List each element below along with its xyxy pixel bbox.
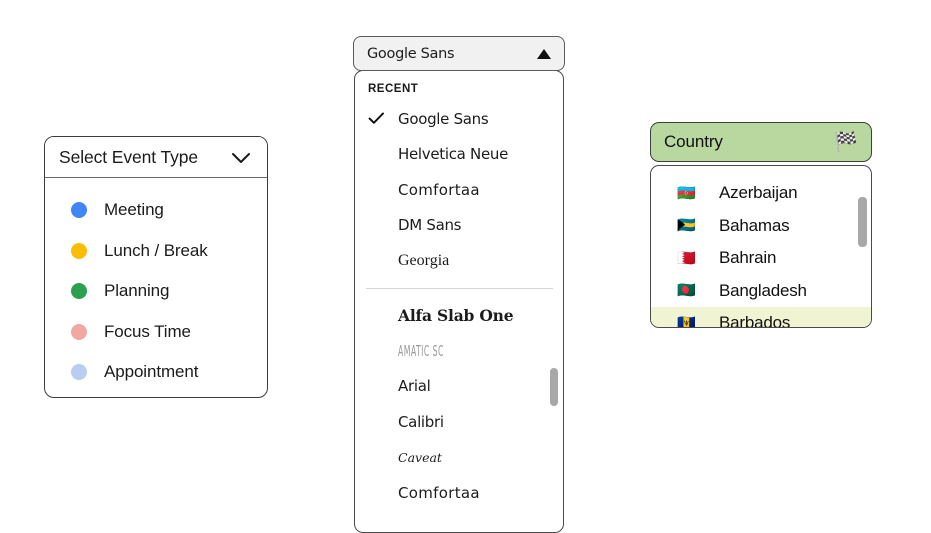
font-option-label: Calibri [398, 412, 444, 431]
country-picker: 🇦🇿 Azerbaijan 🇧🇸 Bahamas 🇧🇭 Bahrain 🇧🇩 Banglade… [650, 122, 872, 328]
country-option-label: Bahamas [719, 215, 790, 235]
country-picker-menu: 🇦🇿 Azerbaijan 🇧🇸 Bahamas 🇧🇭 Bahrain 🇧🇩 Banglade… [650, 165, 872, 328]
font-option-label: Helvetica Neue [398, 145, 509, 164]
country-flag-icon: 🇧🇭 [677, 249, 696, 267]
event-type-dropdown: Select Event Type Meeting Lunch / Break Pl… [44, 136, 268, 398]
font-option-label: DM Sans [398, 216, 462, 235]
font-option-label: Arial [398, 377, 431, 396]
font-picker-trigger[interactable]: Google Sans [353, 36, 565, 71]
event-type-option[interactable]: Meeting [45, 190, 267, 231]
event-type-option[interactable]: Planning [45, 271, 267, 312]
country-flag-icon: 🇦🇿 [677, 184, 696, 202]
font-option[interactable]: Alfa Slab One [355, 298, 563, 334]
country-option-label: Bangladesh [719, 280, 807, 300]
font-option[interactable]: DM Sans [355, 208, 563, 244]
country-flag-icon: 🇧🇸 [677, 217, 696, 235]
font-picker-menu: RECENT Google Sans Helvetica Neue Comforta… [354, 70, 564, 533]
font-option-label: Google Sans [398, 109, 489, 128]
font-list-divider [366, 287, 553, 289]
event-type-option-label: Planning [104, 281, 170, 301]
font-option[interactable]: Arial [355, 369, 563, 405]
font-option-label: Alfa Slab One [398, 305, 514, 325]
font-option[interactable]: Georgia [355, 243, 563, 279]
country-option-selected[interactable]: 🇧🇧 Barbados [651, 307, 871, 328]
event-color-dot-icon [71, 283, 87, 300]
font-list-scrollbar-thumb[interactable] [550, 368, 558, 406]
event-type-option-label: Focus Time [104, 321, 191, 341]
country-option[interactable]: 🇧🇩 Bangladesh [651, 275, 871, 308]
event-color-dot-icon [71, 364, 87, 381]
country-list-scrollbar[interactable] [858, 172, 867, 321]
country-flag-icon: 🇧🇩 [677, 282, 696, 300]
country-option[interactable]: 🇧🇸 Bahamas [651, 210, 871, 243]
check-icon [368, 112, 398, 125]
font-option-label: Comfortaa [398, 483, 480, 502]
country-option-label: Azerbaijan [719, 183, 798, 203]
font-section-label: RECENT [368, 83, 419, 95]
country-option-list: 🇦🇿 Azerbaijan 🇧🇸 Bahamas 🇧🇭 Bahrain 🇧🇩 Banglade… [651, 166, 871, 327]
event-type-option-list: Meeting Lunch / Break Planning Focus Time Ap… [45, 178, 267, 397]
font-option[interactable]: Helvetica Neue [355, 137, 563, 173]
chevron-down-icon[interactable] [231, 151, 251, 163]
event-type-option-label: Appointment [104, 362, 199, 382]
country-option[interactable]: 🇧🇭 Bahrain [651, 242, 871, 275]
country-picker-trigger-label: Country [664, 132, 723, 151]
font-option[interactable]: AMATIC SC [355, 333, 563, 369]
country-picker-trigger[interactable]: Country 🏁 [650, 122, 872, 162]
event-type-option[interactable]: Focus Time [45, 312, 267, 353]
font-option[interactable]: Comfortaa [355, 475, 563, 511]
country-option[interactable]: 🇦🇿 Azerbaijan [651, 177, 871, 210]
triangle-up-icon[interactable] [537, 48, 551, 59]
event-type-option[interactable]: Lunch / Break [45, 231, 267, 272]
event-type-option[interactable]: Appointment [45, 352, 267, 393]
country-flag-icon: 🇧🇧 [677, 314, 696, 328]
font-all-list: Alfa Slab One AMATIC SC Arial Calibri Caveat… [355, 298, 563, 511]
font-option[interactable]: Comfortaa [355, 172, 563, 208]
country-option-label: Barbados [719, 313, 791, 328]
event-type-option-label: Lunch / Break [104, 240, 208, 260]
event-color-dot-icon [71, 242, 87, 259]
font-option-label: Comfortaa [398, 180, 480, 199]
event-type-option-label: Meeting [104, 200, 164, 220]
font-option[interactable]: Caveat [355, 440, 563, 476]
event-type-trigger-label: Select Event Type [59, 146, 199, 167]
country-option-label: Bahrain [719, 248, 777, 268]
font-option[interactable]: Calibri [355, 404, 563, 440]
font-option-label: Georgia [398, 251, 450, 269]
event-color-dot-icon [71, 202, 87, 219]
country-list-scrollbar-thumb[interactable] [858, 197, 867, 247]
font-picker: RECENT Google Sans Helvetica Neue Comforta… [353, 36, 565, 533]
font-picker-trigger-label: Google Sans [367, 45, 455, 62]
font-recent-list: Google Sans Helvetica Neue Comfortaa DM San… [355, 101, 563, 279]
checkered-flag-icon: 🏁 [834, 131, 858, 153]
font-option[interactable]: Google Sans [355, 101, 563, 137]
font-list-scrollbar[interactable] [550, 83, 558, 520]
font-option-label: Caveat [398, 449, 442, 465]
event-color-dot-icon [71, 323, 87, 340]
font-option-label: AMATIC SC [398, 342, 444, 360]
event-type-trigger[interactable]: Select Event Type [45, 137, 267, 178]
